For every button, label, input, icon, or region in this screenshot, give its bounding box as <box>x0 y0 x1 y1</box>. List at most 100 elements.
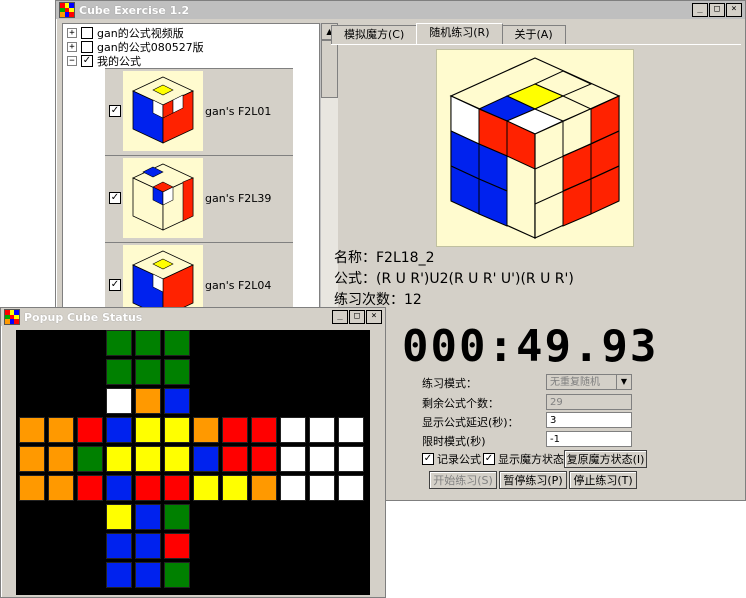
formula-card[interactable]: ✓ gan's F2L04 <box>105 242 293 314</box>
cube-3d-view <box>436 49 634 247</box>
facelet <box>164 533 190 559</box>
facelet <box>106 359 132 385</box>
main-title: Cube Exercise 1.2 <box>79 3 190 17</box>
cube-app-icon <box>59 2 75 18</box>
maximize-icon[interactable]: □ <box>349 310 365 324</box>
face-front <box>106 417 190 501</box>
tab-random-practice[interactable]: 随机练习(R) <box>416 23 503 44</box>
facelet <box>77 417 103 443</box>
facelet <box>135 359 161 385</box>
stop-practice-button[interactable]: 停止练习(T) <box>569 471 637 489</box>
show-state-checkbox[interactable]: ✓ <box>483 453 495 465</box>
formula-card[interactable]: ✓ gan's F2L39 <box>105 155 293 242</box>
tree-item[interactable]: − ✓ 我的公式 <box>67 54 141 68</box>
facelet <box>48 475 74 501</box>
limit-input[interactable]: -1 <box>546 431 632 447</box>
facelet <box>106 388 132 414</box>
popup-titlebar[interactable]: Popup Cube Status _ □ × <box>1 308 385 326</box>
mode-label: 练习模式： <box>422 377 477 390</box>
tree-checkbox[interactable]: ✓ <box>81 55 93 67</box>
delay-label: 显示公式延迟(秒)： <box>422 416 519 429</box>
facelet <box>106 533 132 559</box>
collapse-icon[interactable]: − <box>67 56 77 66</box>
remaining-label: 剩余公式个数： <box>422 397 499 410</box>
expand-icon[interactable]: + <box>67 42 77 52</box>
facelet <box>280 446 306 472</box>
facelet <box>77 475 103 501</box>
facelet <box>222 446 248 472</box>
pause-practice-button[interactable]: 暂停练习(P) <box>499 471 567 489</box>
facelet <box>222 417 248 443</box>
facelet <box>19 475 45 501</box>
facelet <box>309 475 335 501</box>
minimize-icon[interactable]: _ <box>332 310 348 324</box>
facelet <box>309 446 335 472</box>
scrollbar-thumb[interactable] <box>321 40 338 98</box>
record-label: 记录公式 <box>437 453 481 466</box>
practice-count: 练习次数：12 <box>334 292 422 308</box>
facelet <box>193 446 219 472</box>
formula-card[interactable]: ✓ gan's F2L01 <box>105 68 293 155</box>
cube-app-icon <box>4 309 20 325</box>
face-back <box>280 417 364 501</box>
tree-item[interactable]: + gan的公式视频版 <box>67 26 184 40</box>
tree-checkbox[interactable] <box>81 27 93 39</box>
record-formula-toggle[interactable]: ✓ 记录公式 <box>422 451 481 467</box>
close-icon[interactable]: × <box>366 310 382 324</box>
facelet <box>193 417 219 443</box>
tab-about[interactable]: 关于(A) <box>501 25 566 44</box>
tab-simulate[interactable]: 模拟魔方(C) <box>331 25 418 44</box>
start-practice-button[interactable]: 开始练习(S) <box>429 471 497 489</box>
facelet <box>135 330 161 356</box>
facelet <box>135 388 161 414</box>
facelet <box>280 475 306 501</box>
facelet <box>135 446 161 472</box>
tree-checkbox[interactable] <box>81 41 93 53</box>
facelet <box>106 446 132 472</box>
card-checkbox[interactable]: ✓ <box>109 105 121 117</box>
facelet <box>106 562 132 588</box>
delay-input[interactable]: 3 <box>546 412 632 428</box>
popup-window: Popup Cube Status _ □ × <box>0 307 386 598</box>
facelet <box>164 417 190 443</box>
facelet <box>48 417 74 443</box>
card-label: gan's F2L39 <box>205 192 272 205</box>
formula-tree[interactable]: + gan的公式视频版 + gan的公式080527版 − ✓ 我的公式 ✓ g… <box>62 23 320 315</box>
face-down <box>106 504 190 588</box>
facelet <box>164 359 190 385</box>
main-titlebar[interactable]: Cube Exercise 1.2 _ □ × <box>56 1 745 19</box>
facelet <box>106 475 132 501</box>
tree-item-label: 我的公式 <box>97 55 141 68</box>
mode-select[interactable]: 无重复随机 ▼ <box>546 374 632 390</box>
tree-item[interactable]: + gan的公式080527版 <box>67 40 204 54</box>
card-checkbox[interactable]: ✓ <box>109 279 121 291</box>
facelet <box>309 417 335 443</box>
chevron-down-icon[interactable]: ▼ <box>616 375 631 389</box>
facelet <box>135 475 161 501</box>
show-state-toggle[interactable]: ✓ 显示魔方状态 <box>483 451 564 467</box>
remaining-field: 29 <box>546 394 632 410</box>
facelet <box>338 446 364 472</box>
facelet <box>251 475 277 501</box>
facelet <box>106 330 132 356</box>
mode-select-value: 无重复随机 <box>550 377 600 388</box>
minimize-icon[interactable]: _ <box>692 3 708 17</box>
facelet <box>251 417 277 443</box>
face-right <box>193 417 277 501</box>
facelet <box>77 446 103 472</box>
facelet <box>164 562 190 588</box>
facelet <box>164 330 190 356</box>
card-label: gan's F2L04 <box>205 279 272 292</box>
facelet <box>164 475 190 501</box>
restore-cube-button[interactable]: 复原魔方状态(I) <box>564 450 647 468</box>
facelet <box>106 417 132 443</box>
maximize-icon[interactable]: □ <box>709 3 725 17</box>
record-checkbox[interactable]: ✓ <box>422 453 434 465</box>
facelet <box>164 388 190 414</box>
close-icon[interactable]: × <box>726 3 742 17</box>
show-state-label: 显示魔方状态 <box>498 453 564 466</box>
expand-icon[interactable]: + <box>67 28 77 38</box>
facelet <box>135 417 161 443</box>
facelet <box>251 446 277 472</box>
card-checkbox[interactable]: ✓ <box>109 192 121 204</box>
